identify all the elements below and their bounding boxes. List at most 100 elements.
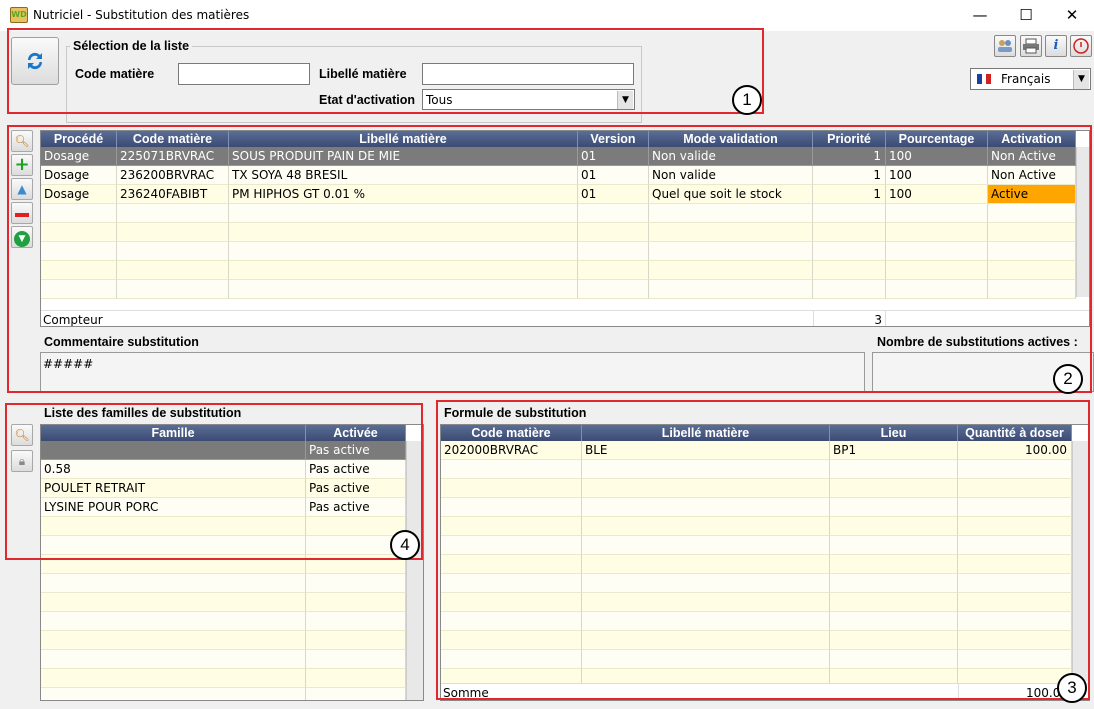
substitution-header-7[interactable]: Activation [988,131,1076,147]
commentaire-value: ##### [43,357,94,371]
search-button[interactable]: 🔍︎ [11,130,33,152]
quit-button[interactable] [1070,35,1092,57]
power-icon [1073,38,1089,54]
annotation-circle-4: 4 [390,530,420,560]
grid-scrollbar[interactable] [1076,147,1089,297]
formule-cell [441,536,582,555]
minimize-button[interactable]: — [957,0,1003,31]
users-button[interactable] [994,35,1016,57]
substitution-header-2[interactable]: Libellé matière [229,131,578,147]
famille-cell [306,688,406,700]
substitution-cell: TX SOYA 48 BRESIL [229,166,578,185]
famille-cell [41,688,306,700]
formule-cell [958,574,1072,593]
famille-cell: LYSINE POUR PORC [41,498,306,517]
substitution-cell [649,261,813,280]
substitution-cell [229,261,578,280]
famille-cell [41,593,306,612]
substitution-cell: 236240FABIBT [117,185,229,204]
formule-header-1[interactable]: Libellé matière [582,425,830,441]
famille-cell [41,555,306,574]
nb-actives-label: Nombre de substitutions actives : [877,335,1078,349]
formule-cell [582,574,830,593]
famille-cell: Pas active [306,460,406,479]
lock-button[interactable]: 🔒︎ [11,450,33,472]
substitution-cell: 1 [813,147,886,166]
language-select[interactable]: Français ▼ [970,68,1091,90]
substitution-cell [988,223,1076,242]
famille-header-0[interactable]: Famille [41,425,306,441]
formule-cell [958,517,1072,536]
substitution-cell [41,242,117,261]
maximize-button[interactable]: ☐ [1003,0,1049,31]
formule-cell [441,517,582,536]
substitution-header-5[interactable]: Priorité [813,131,886,147]
substitution-cell: Dosage [41,147,117,166]
substitution-cell [578,242,649,261]
famille-cell [41,574,306,593]
substitution-cell [813,261,886,280]
substitution-cell: 01 [578,147,649,166]
formule-header-3[interactable]: Quantité à doser [958,425,1072,441]
substitution-header-1[interactable]: Code matière [117,131,229,147]
substitution-grid[interactable]: Procédé Code matière Libellé matière Versio… [40,130,1090,327]
chevron-down-icon: ▼ [1073,70,1089,89]
famille-cell [41,517,306,536]
substitution-cell: 01 [578,185,649,204]
close-button[interactable]: ✕ [1049,0,1094,31]
substitution-header-0[interactable]: Procédé [41,131,117,147]
info-button[interactable]: i [1045,35,1067,57]
substitution-cell [988,280,1076,299]
famille-cell [41,536,306,555]
refresh-button[interactable] [11,37,59,85]
substitution-header-3[interactable]: Version [578,131,649,147]
substitution-cell: 100 [886,147,988,166]
substitution-cell [988,242,1076,261]
add-button[interactable]: + [11,154,33,176]
formule-cell [830,574,958,593]
validate-button[interactable]: ▼ [11,226,33,248]
formule-header-2[interactable]: Lieu [830,425,958,441]
substitution-cell [649,204,813,223]
flag-fr-icon [977,74,991,84]
familles-scrollbar[interactable] [406,441,423,700]
substitution-cell [117,261,229,280]
libelle-matiere-input[interactable] [422,63,634,85]
famille-cell: POULET RETRAIT [41,479,306,498]
search-button[interactable]: 🔍︎ [11,424,33,446]
formule-scrollbar[interactable] [1072,441,1089,681]
commentaire-label: Commentaire substitution [44,335,199,349]
formule-cell [582,631,830,650]
substitution-header-4[interactable]: Mode validation [649,131,813,147]
substitution-cell [649,223,813,242]
formule-header-0[interactable]: Code matière [441,425,582,441]
formule-cell [830,631,958,650]
formule-title: Formule de substitution [444,406,587,420]
etat-activation-value: Tous [426,93,453,107]
famille-cell [41,631,306,650]
remove-button[interactable] [11,202,33,224]
code-matiere-input[interactable] [178,63,310,85]
formule-cell [830,612,958,631]
move-up-button[interactable]: ▲ [11,178,33,200]
substitution-cell: Quel que soit le stock [649,185,813,204]
familles-grid[interactable]: Famille Activée Pas active 0.58 Pas active PO… [40,424,424,701]
formule-grid[interactable]: Code matière Libellé matière Lieu Quantité … [440,424,1090,701]
substitution-header-6[interactable]: Pourcentage [886,131,988,147]
etat-activation-select[interactable]: Tous ▼ [422,89,635,110]
substitution-cell [229,223,578,242]
famille-header-1[interactable]: Activée [306,425,406,441]
substitution-cell [813,242,886,261]
print-button[interactable] [1020,35,1042,57]
substitution-cell [988,261,1076,280]
substitution-cell [886,280,988,299]
substitution-cell [578,223,649,242]
somme-value: 100.00 [958,684,1072,700]
commentaire-field[interactable]: ##### [40,352,865,392]
formule-cell [958,536,1072,555]
substitution-cell [886,261,988,280]
substitution-cell [41,280,117,299]
substitution-cell: Non Active [988,166,1076,185]
substitution-cell [117,223,229,242]
code-matiere-label: Code matière [75,67,155,81]
